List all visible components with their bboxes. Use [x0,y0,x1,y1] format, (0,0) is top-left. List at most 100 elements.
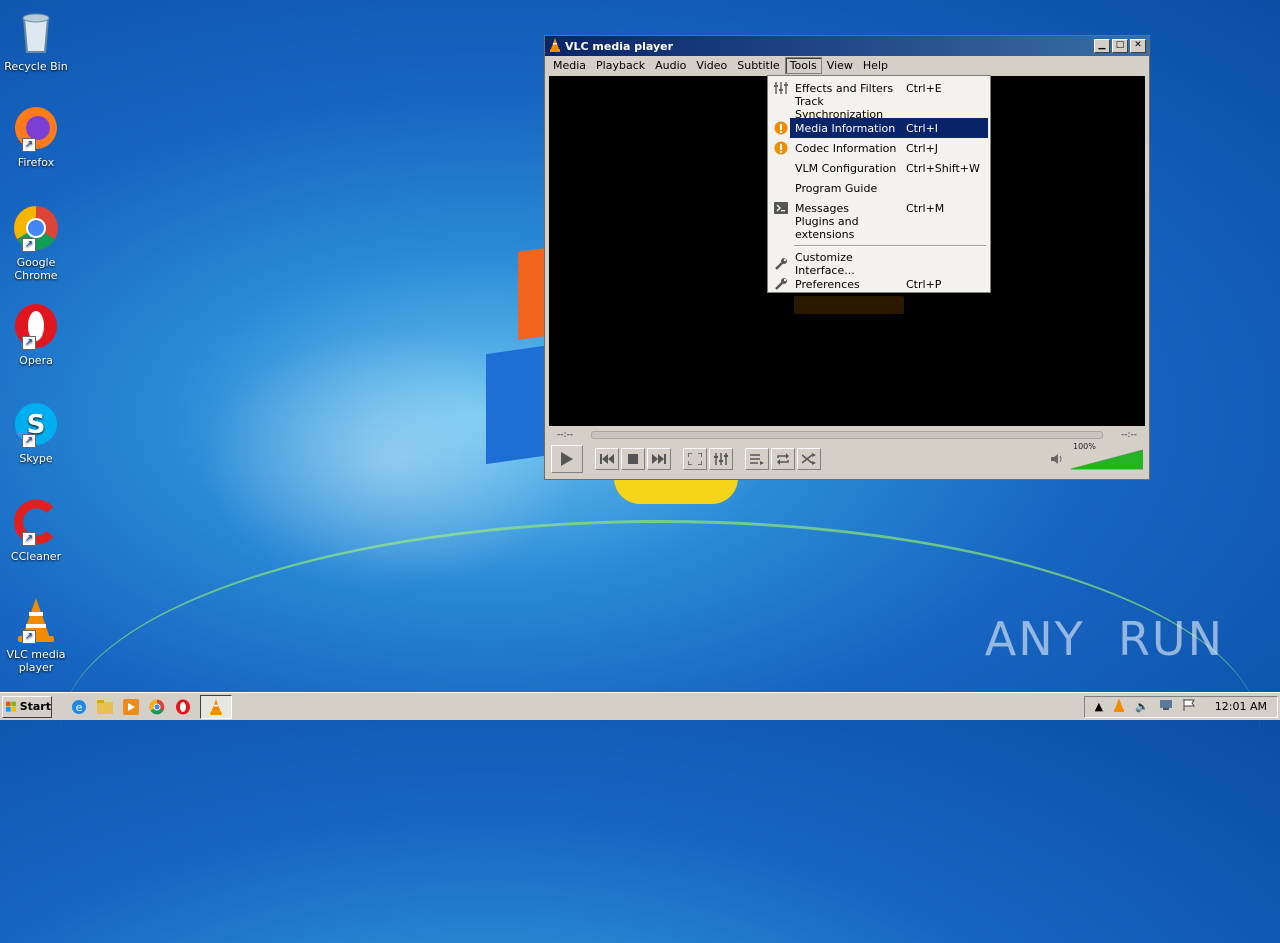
start-button[interactable]: Start [2,695,52,718]
shuffle-button[interactable] [797,448,821,470]
quick-launch: e [70,694,232,719]
skype-icon: S ↗ [12,400,60,448]
system-tray: ▲ 🔈 12:01 AM [1083,695,1278,718]
playlist-icon [750,454,764,465]
watermark-text: ANY RUN [984,612,1224,666]
menu-media[interactable]: Media [548,57,591,74]
menu-item-vlm-configuration[interactable]: VLM Configuration Ctrl+Shift+W [770,158,988,178]
playback-controls: 100% [551,442,1144,474]
menu-item-plugins-and-extensions[interactable]: Plugins and extensions [770,215,988,241]
desktop-icon-label: VLC media player [6,648,66,674]
previous-button[interactable] [595,448,619,470]
desktop-icon-opera[interactable]: ↗ Opera [4,302,68,367]
menu-tools[interactable]: Tools [784,57,822,74]
firefox-icon: ↗ [12,104,60,152]
stop-button[interactable] [621,448,645,470]
next-button[interactable] [647,448,671,470]
menu-item-shortcut: Ctrl+E [906,81,942,95]
wallpaper-swoosh [60,520,1260,943]
menu-item-customize-interface[interactable]: Customize Interface... [770,251,988,277]
maximize-button[interactable]: □ [1112,39,1128,53]
taskbar: Start e ▲ 🔈 12:01 AM [0,692,1280,720]
network-tray-icon[interactable] [1159,699,1173,714]
taskbar-clock[interactable]: 12:01 AM [1215,700,1267,713]
action-center-flag-icon[interactable] [1183,699,1195,714]
menu-help[interactable]: Help [858,57,893,74]
svg-text:e: e [76,701,83,714]
menu-item-label: Effects and Filters [795,81,894,95]
desktop-icon-skype[interactable]: S ↗ Skype [4,400,68,465]
loop-icon [777,453,789,465]
terminal-icon [770,202,792,214]
vlc-icon [210,698,222,715]
info-icon [770,141,792,155]
speaker-icon [1051,454,1062,464]
menu-item-program-guide[interactable]: Program Guide [770,178,988,198]
vlc-icon: ↗ [12,596,60,644]
vlc-titlebar[interactable]: VLC media player ▁ □ ✕ [545,36,1149,56]
show-hidden-icons-icon[interactable]: ▲ [1095,700,1103,713]
menu-playback[interactable]: Playback [591,57,650,74]
menu-item-preferences[interactable]: Preferences Ctrl+P [770,274,988,294]
menu-audio[interactable]: Audio [650,57,691,74]
desktop-icon-vlc[interactable]: ↗ VLC media player [4,596,68,674]
windows-logo-icon [6,701,16,712]
menu-item-label: Program Guide [795,181,878,195]
equalizer-icon [770,82,792,94]
desktop-icon-label: CCleaner [10,550,62,563]
menu-item-label: Messages [795,201,849,215]
volume-label: 100% [1073,442,1096,451]
play-button[interactable] [551,445,583,473]
play-icon [561,452,573,466]
shuffle-icon [802,453,816,465]
media-player-icon[interactable] [122,698,140,716]
time-elapsed: --:-- [557,430,574,440]
menu-item-label: Preferences [795,277,860,291]
desktop-icon-firefox[interactable]: ↗ Firefox [4,104,68,169]
opera-icon[interactable] [174,698,192,716]
shortcut-arrow-icon: ↗ [22,434,36,448]
time-total: --:-- [1120,430,1137,440]
menu-item-track-synchronization[interactable]: Track Synchronization [770,95,988,121]
taskbar-vlc-button[interactable] [200,694,232,719]
desktop-icon-label: Skype [19,452,53,465]
file-explorer-icon[interactable] [96,698,114,716]
desktop-icon-chrome[interactable]: ↗ Google Chrome [4,204,68,282]
volume-control[interactable]: 100% [1051,442,1144,470]
menu-subtitle[interactable]: Subtitle [732,57,784,74]
volume-slider[interactable]: 100% [1070,442,1144,470]
desktop-icon-ccleaner[interactable]: ↗ CCleaner [4,498,68,563]
desktop-icon-label: Opera [19,354,53,367]
close-button[interactable]: ✕ [1130,39,1146,53]
minimize-button[interactable]: ▁ [1094,39,1110,53]
menu-item-shortcut: Ctrl+Shift+W [906,161,980,175]
ccleaner-icon: ↗ [12,498,60,546]
internet-explorer-icon[interactable]: e [70,698,88,716]
shortcut-arrow-icon: ↗ [22,138,36,152]
menu-item-shortcut: Ctrl+P [906,277,942,291]
playlist-button[interactable] [745,448,769,470]
menu-video[interactable]: Video [691,57,732,74]
menu-item-codec-information[interactable]: Codec Information Ctrl+J [770,138,988,158]
menu-view[interactable]: View [822,57,858,74]
seek-row: --:-- --:-- [549,428,1145,442]
vlc-tray-icon[interactable] [1113,698,1125,715]
equalizer-icon [714,453,728,465]
opera-icon: ↗ [12,302,60,350]
fullscreen-button[interactable] [683,448,707,470]
seek-slider[interactable] [591,431,1103,439]
menu-item-label: Media Information [795,121,896,135]
menu-item-label: Codec Information [795,141,897,155]
loop-button[interactable] [771,448,795,470]
chrome-icon: ↗ [12,204,60,252]
start-label: Start [19,700,51,713]
shortcut-arrow-icon: ↗ [22,336,36,350]
extended-settings-button[interactable] [709,448,733,470]
menu-item-media-information[interactable]: Media Information Ctrl+I [774,118,988,138]
desktop-icon-label: Firefox [17,156,55,169]
vlc-menubar: Media Playback Audio Video Subtitle Tool… [545,56,1149,75]
shortcut-arrow-icon: ↗ [22,238,36,252]
chrome-icon[interactable] [148,698,166,716]
desktop-icon-recycle-bin[interactable]: Recycle Bin [4,8,68,73]
volume-tray-icon[interactable]: 🔈 [1135,700,1149,713]
